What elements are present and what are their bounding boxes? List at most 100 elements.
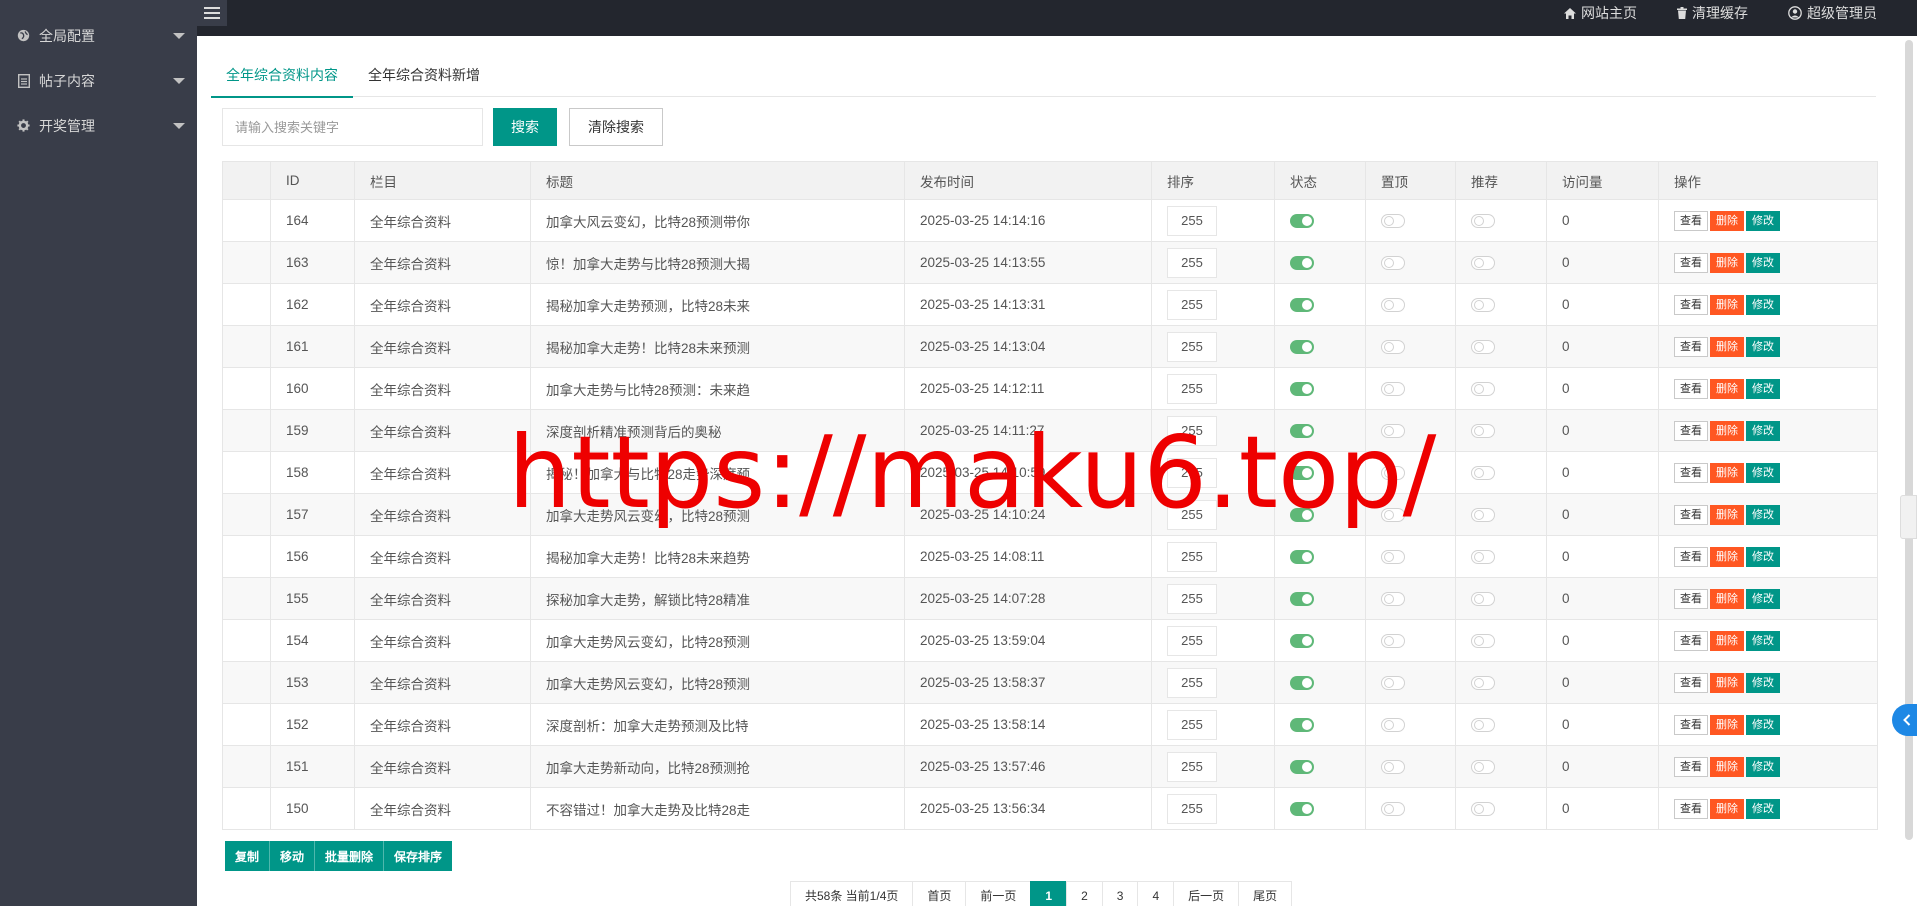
- view-button[interactable]: 查看: [1674, 504, 1708, 525]
- view-button[interactable]: 查看: [1674, 630, 1708, 651]
- recommend-toggle[interactable]: [1471, 676, 1495, 691]
- tab-content-add[interactable]: 全年综合资料新增: [353, 61, 495, 97]
- recommend-toggle[interactable]: [1471, 298, 1495, 313]
- view-button[interactable]: 查看: [1674, 798, 1708, 819]
- delete-button[interactable]: 删除: [1710, 588, 1744, 609]
- delete-button[interactable]: 删除: [1710, 378, 1744, 399]
- status-toggle[interactable]: [1290, 550, 1314, 565]
- pin-top-toggle[interactable]: [1381, 760, 1405, 775]
- delete-button[interactable]: 删除: [1710, 336, 1744, 357]
- sort-order-input[interactable]: [1167, 205, 1217, 236]
- view-button[interactable]: 查看: [1674, 462, 1708, 483]
- row-select-cell[interactable]: [222, 535, 271, 578]
- pin-top-toggle[interactable]: [1381, 256, 1405, 271]
- pin-top-toggle[interactable]: [1381, 802, 1405, 817]
- move-button[interactable]: 移动: [270, 841, 316, 871]
- recommend-toggle[interactable]: [1471, 214, 1495, 229]
- status-toggle[interactable]: [1290, 718, 1314, 733]
- status-toggle[interactable]: [1290, 760, 1314, 775]
- next-page-button[interactable]: 后一页: [1173, 881, 1240, 906]
- collapse-panel-button[interactable]: [1892, 704, 1917, 736]
- sort-order-input[interactable]: [1167, 751, 1217, 782]
- status-toggle[interactable]: [1290, 256, 1314, 271]
- edit-button[interactable]: 修改: [1746, 336, 1780, 357]
- sort-order-input[interactable]: [1167, 793, 1217, 824]
- edit-button[interactable]: 修改: [1746, 294, 1780, 315]
- page-4-button[interactable]: 4: [1137, 881, 1175, 906]
- status-toggle[interactable]: [1290, 508, 1314, 523]
- delete-button[interactable]: 删除: [1710, 294, 1744, 315]
- status-toggle[interactable]: [1290, 214, 1314, 229]
- pin-top-toggle[interactable]: [1381, 382, 1405, 397]
- row-select-cell[interactable]: [222, 451, 271, 494]
- recommend-toggle[interactable]: [1471, 592, 1495, 607]
- status-toggle[interactable]: [1290, 592, 1314, 607]
- edit-button[interactable]: 修改: [1746, 252, 1780, 273]
- clear-cache-link[interactable]: 清理缓存: [1677, 3, 1748, 23]
- status-toggle[interactable]: [1290, 424, 1314, 439]
- pin-top-toggle[interactable]: [1381, 214, 1405, 229]
- sidebar-item-post-content[interactable]: 帖子内容: [0, 58, 197, 103]
- first-page-button[interactable]: 首页: [912, 881, 967, 906]
- sort-order-input[interactable]: [1167, 331, 1217, 362]
- pin-top-toggle[interactable]: [1381, 340, 1405, 355]
- pin-top-toggle[interactable]: [1381, 424, 1405, 439]
- view-button[interactable]: 查看: [1674, 756, 1708, 777]
- recommend-toggle[interactable]: [1471, 256, 1495, 271]
- sort-order-input[interactable]: [1167, 709, 1217, 740]
- copy-button[interactable]: 复制: [225, 841, 271, 871]
- row-select-cell[interactable]: [222, 661, 271, 704]
- delete-button[interactable]: 删除: [1710, 714, 1744, 735]
- delete-button[interactable]: 删除: [1710, 420, 1744, 441]
- view-button[interactable]: 查看: [1674, 546, 1708, 567]
- row-select-cell[interactable]: [222, 745, 271, 788]
- view-button[interactable]: 查看: [1674, 210, 1708, 231]
- edit-button[interactable]: 修改: [1746, 672, 1780, 693]
- page-2-button[interactable]: 2: [1066, 881, 1103, 906]
- status-toggle[interactable]: [1290, 340, 1314, 355]
- row-select-cell[interactable]: [222, 367, 271, 410]
- delete-button[interactable]: 删除: [1710, 756, 1744, 777]
- recommend-toggle[interactable]: [1471, 424, 1495, 439]
- status-toggle[interactable]: [1290, 466, 1314, 481]
- row-select-cell[interactable]: [222, 283, 271, 326]
- recommend-toggle[interactable]: [1471, 340, 1495, 355]
- pin-top-toggle[interactable]: [1381, 466, 1405, 481]
- sort-order-input[interactable]: [1167, 373, 1217, 404]
- pin-top-toggle[interactable]: [1381, 676, 1405, 691]
- side-drag-handle[interactable]: [1900, 495, 1917, 539]
- sort-order-input[interactable]: [1167, 499, 1217, 530]
- edit-button[interactable]: 修改: [1746, 504, 1780, 525]
- prev-page-button[interactable]: 前一页: [965, 881, 1032, 906]
- recommend-toggle[interactable]: [1471, 550, 1495, 565]
- view-button[interactable]: 查看: [1674, 588, 1708, 609]
- status-toggle[interactable]: [1290, 802, 1314, 817]
- delete-button[interactable]: 删除: [1710, 252, 1744, 273]
- row-select-cell[interactable]: [222, 787, 271, 830]
- delete-button[interactable]: 删除: [1710, 462, 1744, 483]
- row-select-cell[interactable]: [222, 619, 271, 662]
- save-sort-button[interactable]: 保存排序: [384, 841, 453, 871]
- edit-button[interactable]: 修改: [1746, 756, 1780, 777]
- delete-button[interactable]: 删除: [1710, 504, 1744, 525]
- admin-user-menu[interactable]: 超级管理员: [1788, 3, 1877, 23]
- sort-order-input[interactable]: [1167, 457, 1217, 488]
- edit-button[interactable]: 修改: [1746, 546, 1780, 567]
- sort-order-input[interactable]: [1167, 415, 1217, 446]
- row-select-cell[interactable]: [222, 241, 271, 284]
- view-button[interactable]: 查看: [1674, 672, 1708, 693]
- delete-button[interactable]: 删除: [1710, 672, 1744, 693]
- search-button[interactable]: 搜索: [493, 108, 557, 146]
- row-select-cell[interactable]: [222, 325, 271, 368]
- sort-order-input[interactable]: [1167, 541, 1217, 572]
- pin-top-toggle[interactable]: [1381, 298, 1405, 313]
- status-toggle[interactable]: [1290, 634, 1314, 649]
- sidebar-item-global-config[interactable]: 全局配置: [0, 13, 197, 58]
- delete-button[interactable]: 删除: [1710, 546, 1744, 567]
- sort-order-input[interactable]: [1167, 667, 1217, 698]
- sort-order-input[interactable]: [1167, 289, 1217, 320]
- edit-button[interactable]: 修改: [1746, 210, 1780, 231]
- search-input[interactable]: [222, 108, 483, 146]
- status-toggle[interactable]: [1290, 676, 1314, 691]
- row-select-cell[interactable]: [222, 493, 271, 536]
